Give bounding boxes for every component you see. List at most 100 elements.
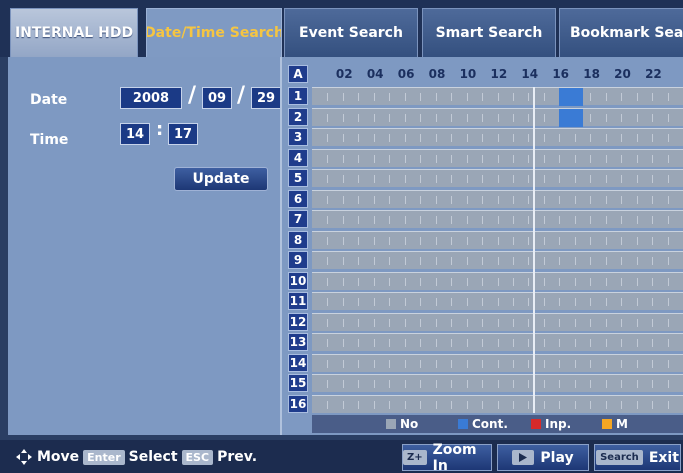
hour-tick [667, 93, 669, 101]
play-button[interactable]: Play [497, 444, 589, 471]
recording-segment[interactable] [559, 108, 583, 127]
hour-tick [636, 400, 638, 409]
hour-tick [543, 236, 545, 245]
channel-timeline-row[interactable] [312, 87, 683, 106]
hour-tick [497, 134, 499, 142]
channel-label[interactable]: 12 [288, 312, 308, 331]
hour-tick [358, 236, 360, 245]
channel-label[interactable]: 13 [288, 333, 308, 351]
channel-label[interactable]: 5 [288, 169, 308, 187]
zoom-in-button[interactable]: Z+ Zoom In [402, 442, 492, 473]
channel-timeline-row[interactable] [312, 230, 683, 249]
channel-timeline-row[interactable] [312, 353, 683, 372]
tab-internal-hdd[interactable]: INTERNAL HDD [10, 8, 138, 57]
hour-tick [482, 154, 484, 163]
time-cursor[interactable] [533, 87, 536, 413]
channel-label[interactable]: 1 [288, 87, 308, 105]
channel-timeline-row[interactable] [312, 107, 683, 127]
hour-tick [497, 277, 499, 286]
channel-label[interactable]: 16 [288, 394, 308, 413]
hour-label: 22 [645, 67, 662, 81]
hour-tick [590, 359, 592, 368]
hour-tick [451, 257, 453, 265]
channel-timeline-row[interactable] [312, 169, 683, 187]
hour-tick [574, 277, 576, 286]
channel-timeline-row[interactable] [312, 333, 683, 351]
hour-tick [497, 195, 499, 204]
hour-tick [621, 257, 623, 265]
hour-tick [466, 380, 468, 388]
channel-label[interactable]: 6 [288, 189, 308, 208]
hour-tick [451, 339, 453, 347]
all-channels-button[interactable]: A [288, 65, 308, 83]
hour-tick [342, 236, 344, 245]
hour-tick [327, 195, 329, 204]
channel-label[interactable]: 9 [288, 251, 308, 269]
channel-label[interactable]: 10 [288, 271, 308, 290]
hour-tick [605, 175, 607, 183]
hour-tick [404, 359, 406, 368]
hour-tick [327, 318, 329, 327]
hour-tick [466, 359, 468, 368]
hour-tick [512, 298, 514, 306]
hour-tick [605, 216, 607, 224]
channel-label[interactable]: 8 [288, 230, 308, 249]
hour-tick [342, 400, 344, 409]
hour-tick [482, 195, 484, 204]
channel-label[interactable]: 3 [288, 128, 308, 146]
channel-timeline-row[interactable] [312, 271, 683, 290]
hour-field[interactable]: 14 [120, 123, 150, 145]
hour-tick [373, 195, 375, 204]
hour-tick [482, 380, 484, 388]
search-panel: Date 2008 / 09 / 29 Time 14 : 17 Update … [8, 57, 683, 435]
channel-timeline-row[interactable] [312, 251, 683, 269]
channel-timeline-row[interactable] [312, 210, 683, 228]
hour-tick [590, 400, 592, 409]
hour-tick [373, 257, 375, 265]
tab-bookmark-search[interactable]: Bookmark Search [559, 8, 683, 57]
channel-timeline-row[interactable] [312, 128, 683, 146]
day-field[interactable]: 29 [251, 87, 281, 109]
channel-timeline-row[interactable] [312, 312, 683, 331]
hour-tick [636, 93, 638, 101]
hour-tick [497, 359, 499, 368]
hour-tick [358, 359, 360, 368]
tab-date-time-search[interactable]: Date/Time Search [146, 8, 282, 57]
hour-tick [559, 236, 561, 245]
exit-button[interactable]: Search Exit [594, 444, 681, 471]
tab-smart-search[interactable]: Smart Search [422, 8, 556, 57]
hour-tick [327, 175, 329, 183]
minute-field[interactable]: 17 [168, 123, 198, 145]
hour-tick [451, 318, 453, 327]
hour-tick [621, 134, 623, 142]
channel-timeline-row[interactable] [312, 148, 683, 167]
hour-tick [667, 257, 669, 265]
channel-label[interactable]: 14 [288, 353, 308, 372]
month-field[interactable]: 09 [202, 87, 232, 109]
channel-label[interactable]: 15 [288, 374, 308, 392]
hour-tick [404, 195, 406, 204]
channel-label[interactable]: 11 [288, 292, 308, 310]
hour-tick [404, 400, 406, 409]
hour-tick [420, 380, 422, 388]
hour-tick [342, 113, 344, 122]
hour-tick [652, 339, 654, 347]
channel-label[interactable]: 7 [288, 210, 308, 228]
channel-timeline-row[interactable] [312, 292, 683, 310]
legend-swatch [531, 419, 541, 429]
hour-tick [389, 175, 391, 183]
channel-timeline-row[interactable] [312, 374, 683, 392]
tab-event-search[interactable]: Event Search [284, 8, 418, 57]
hour-tick [389, 195, 391, 204]
channel-label[interactable]: 4 [288, 148, 308, 167]
channel-timeline-row[interactable] [312, 394, 683, 413]
update-button[interactable]: Update [174, 167, 268, 191]
channel-label[interactable]: 2 [288, 107, 308, 126]
year-field[interactable]: 2008 [120, 87, 182, 109]
channel-timeline-row[interactable] [312, 189, 683, 208]
recording-segment[interactable] [559, 88, 583, 106]
hour-tick [404, 277, 406, 286]
hour-tick [466, 175, 468, 183]
hour-tick [389, 113, 391, 122]
hour-tick [497, 339, 499, 347]
